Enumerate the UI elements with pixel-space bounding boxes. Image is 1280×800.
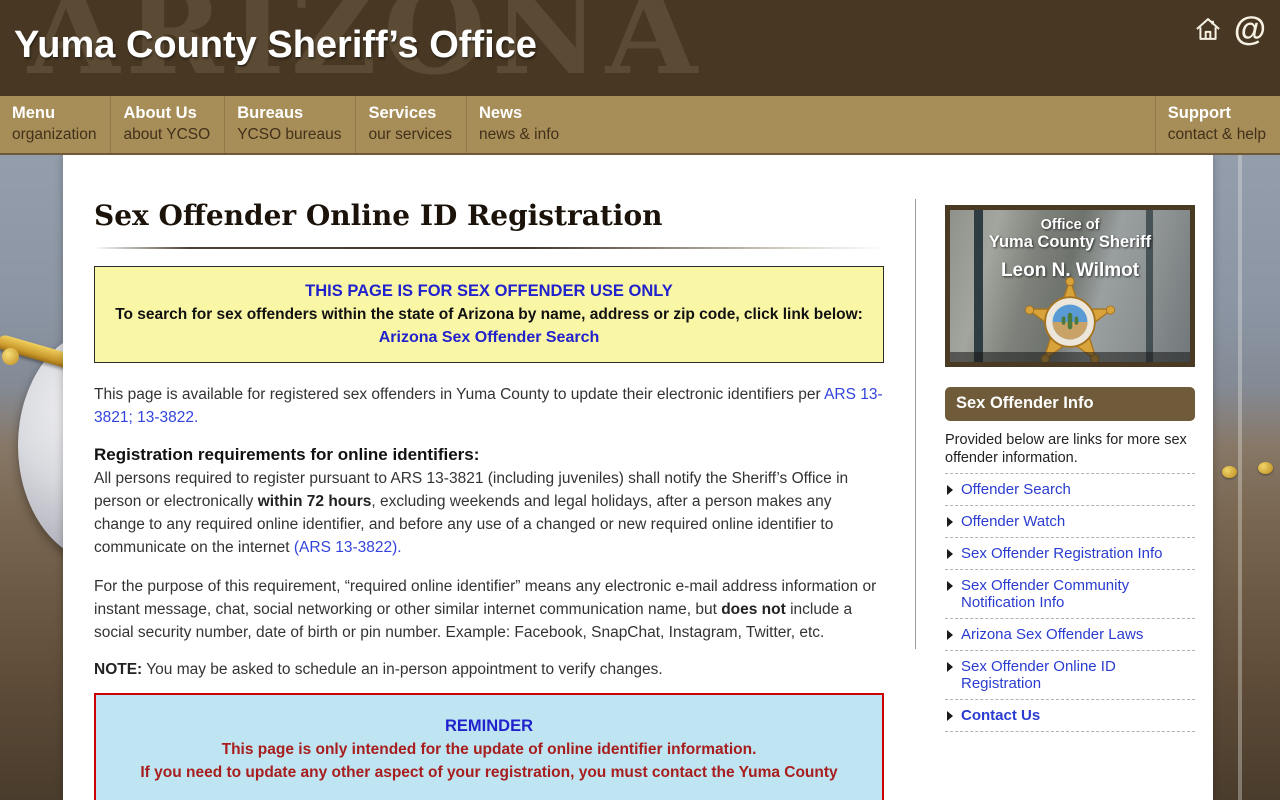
reminder-title: REMINDER [444, 717, 533, 735]
sheriff-office-photo: Office of Yuma County Sheriff Leon N. Wi… [945, 205, 1195, 367]
arizona-sex-offender-search-link[interactable]: Arizona Sex Offender Search [379, 329, 600, 346]
photo-caption-line2: Yuma County Sheriff [988, 233, 1152, 251]
bullet-triangle-icon [947, 662, 953, 672]
sidebar-link-online-id-registration[interactable]: Sex Offender Online ID Registration [945, 651, 1195, 700]
note-label: NOTE: [94, 661, 143, 678]
nav-item-services[interactable]: Services our services [355, 96, 466, 153]
nav-item-news[interactable]: News news & info [466, 96, 573, 153]
alert-text: To search for sex offenders within the s… [115, 306, 863, 323]
sidebar-link-offender-search[interactable]: Offender Search [945, 473, 1195, 506]
within-72-hours-bold: within 72 hours [257, 493, 372, 510]
bullet-triangle-icon [947, 549, 953, 559]
identifier-definition-paragraph: For the purpose of this requirement, “re… [94, 575, 884, 644]
does-not-bold: does not [721, 601, 786, 618]
intro-paragraph: This page is available for registered se… [94, 383, 884, 429]
gold-ornament-dot [1222, 466, 1237, 478]
sidebar-link-registration-info[interactable]: Sex Offender Registration Info [945, 538, 1195, 570]
sidebar-panel-title: Sex Offender Info [945, 387, 1195, 421]
main-column: Sex Offender Online ID Registration THIS… [94, 155, 884, 800]
sidebar-link-contact-us[interactable]: Contact Us [945, 700, 1195, 732]
reminder-line-2: If you need to update any other aspect o… [140, 764, 838, 781]
offender-use-only-alert: THIS PAGE IS FOR SEX OFFENDER USE ONLY T… [94, 266, 884, 363]
requirements-heading: Registration requirements for online ide… [94, 445, 480, 464]
nav-item-about-us[interactable]: About Us about YCSO [110, 96, 224, 153]
background-streak [1238, 155, 1242, 800]
bullet-triangle-icon [947, 711, 953, 721]
site-header: ARIZONA Yuma County Sheriff’s Office @ [0, 0, 1280, 96]
nav-item-bureaus[interactable]: Bureaus YCSO bureaus [224, 96, 355, 153]
sidebar-intro-text: Provided below are links for more sex of… [945, 432, 1187, 466]
intro-text: This page is available for registered se… [94, 386, 825, 403]
nav-item-menu[interactable]: Menu organization [0, 96, 110, 153]
content-area: Sex Offender Online ID Registration THIS… [63, 155, 1213, 800]
note-paragraph: NOTE: You may be asked to schedule an in… [94, 658, 884, 681]
requirements-paragraph: All persons required to register pursuan… [94, 467, 884, 559]
bullet-triangle-icon [947, 485, 953, 495]
ars-13-3822-link[interactable]: (ARS 13-3822). [294, 539, 402, 556]
reminder-box: REMINDER This page is only intended for … [94, 693, 884, 800]
badge-knob-ornament [2, 348, 19, 365]
bullet-triangle-icon [947, 630, 953, 640]
column-divider [915, 199, 916, 649]
note-text: You may be asked to schedule an in-perso… [142, 661, 663, 678]
home-icon[interactable] [1194, 15, 1222, 43]
gold-ornament-dot [1258, 462, 1273, 474]
bullet-triangle-icon [947, 581, 953, 591]
sidebar-links: Offender Search Offender Watch Sex Offen… [945, 473, 1195, 732]
nav-item-support[interactable]: Support contact & help [1154, 96, 1280, 153]
sidebar-link-community-notification[interactable]: Sex Offender Community Notification Info [945, 570, 1195, 619]
sidebar-link-arizona-laws[interactable]: Arizona Sex Offender Laws [945, 619, 1195, 651]
email-at-icon[interactable]: @ [1234, 12, 1266, 45]
bullet-triangle-icon [947, 517, 953, 527]
sidebar-link-offender-watch[interactable]: Offender Watch [945, 506, 1195, 538]
sidebar: Office of Yuma County Sheriff Leon N. Wi… [945, 155, 1195, 800]
main-nav: Menu organization About Us about YCSO Bu… [0, 96, 1280, 155]
alert-heading: THIS PAGE IS FOR SEX OFFENDER USE ONLY [305, 282, 673, 300]
title-divider [94, 247, 884, 249]
site-title: Yuma County Sheriff’s Office [14, 24, 537, 66]
photo-caption-line1: Office of [1040, 217, 1100, 233]
page-title: Sex Offender Online ID Registration [94, 199, 663, 232]
reminder-line-1: This page is only intended for the updat… [221, 741, 757, 758]
photo-bottom-edge [950, 352, 1190, 362]
